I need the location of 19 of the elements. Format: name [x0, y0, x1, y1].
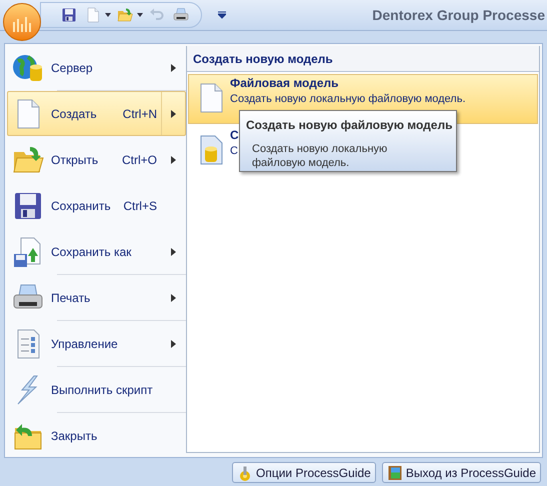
menu-item-label: Сохранить	[51, 198, 111, 214]
menu-item-label: Печать	[51, 290, 90, 306]
shortcut-label: Ctrl+N	[122, 106, 157, 122]
shortcut-label: Ctrl+S	[123, 198, 157, 214]
menu-item-label: Создать	[51, 106, 97, 122]
menu-item-label: Открыть	[51, 152, 98, 168]
shortcut-label: Ctrl+O	[122, 152, 157, 168]
menu-item-label: Выполнить скрипт	[51, 382, 153, 398]
window-title: Dentorex Group Processe	[372, 6, 545, 25]
menu-item-label: Сервер	[51, 60, 93, 76]
submenu-header: Создать новую модель	[187, 46, 539, 72]
submenu-item-title: Файловая модель	[230, 76, 340, 90]
submenu-item-description: Создать новую локальную файловую модель.	[230, 93, 466, 106]
tooltip-text: Создать новую локальную файловую модель.	[251, 142, 388, 170]
menu-item-label: Закрыть	[51, 428, 98, 444]
submenu-item-description: С	[230, 145, 239, 158]
submenu-item-title: С	[230, 128, 239, 142]
menu-item-label: Управление	[51, 336, 118, 352]
menu-item-label: Сохранить как	[51, 244, 132, 260]
